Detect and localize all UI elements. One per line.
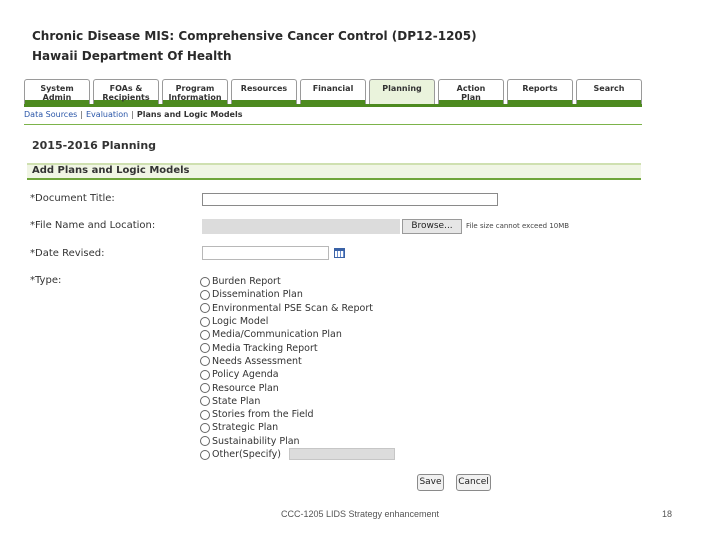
tab-bar-underline bbox=[24, 104, 642, 107]
section-title: Add Plans and Logic Models bbox=[32, 165, 190, 176]
file-path-input[interactable] bbox=[202, 219, 400, 234]
type-radio-group: Burden Report Dissemination Plan Environ… bbox=[200, 275, 400, 461]
date-revised-label: *Date Revised: bbox=[30, 248, 105, 259]
radio-button[interactable] bbox=[200, 383, 210, 394]
radio-button[interactable] bbox=[200, 289, 210, 300]
slide-footer-text: CCC-1205 LIDS Strategy enhancement bbox=[280, 509, 440, 519]
type-option-state-plan[interactable]: State Plan bbox=[200, 395, 400, 408]
file-location-label: *File Name and Location: bbox=[30, 220, 156, 231]
tab-reports[interactable]: Reports bbox=[507, 79, 573, 104]
document-title-input[interactable] bbox=[202, 193, 498, 206]
option-label: Other(Specify) bbox=[212, 449, 281, 460]
page-title: 2015-2016 Planning bbox=[32, 139, 157, 152]
type-option-burden-report[interactable]: Burden Report bbox=[200, 275, 400, 288]
radio-button[interactable] bbox=[200, 316, 210, 327]
type-option-strategic-plan[interactable]: Strategic Plan bbox=[200, 421, 400, 434]
radio-button[interactable] bbox=[200, 422, 210, 433]
radio-button[interactable] bbox=[200, 369, 210, 380]
type-option-policy-agenda[interactable]: Policy Agenda bbox=[200, 368, 400, 381]
date-revised-input[interactable] bbox=[202, 246, 329, 260]
document-title-label: *Document Title: bbox=[30, 193, 115, 204]
radio-button[interactable] bbox=[200, 343, 210, 354]
other-specify-input[interactable] bbox=[289, 448, 395, 460]
option-label: Logic Model bbox=[212, 316, 269, 328]
slide-page-number: 18 bbox=[662, 509, 673, 519]
sub-navigation: Data Sources | Evaluation | Plans and Logic … bbox=[24, 110, 642, 124]
cancel-button[interactable]: Cancel bbox=[456, 474, 491, 491]
option-label: Dissemination Plan bbox=[212, 289, 303, 301]
option-label: Environmental PSE Scan & Report bbox=[212, 302, 373, 314]
option-label: Burden Report bbox=[212, 276, 281, 288]
type-label: *Type: bbox=[30, 275, 62, 286]
tab-action-plan[interactable]: Action Plan bbox=[438, 79, 504, 104]
option-label: Stories from the Field bbox=[212, 409, 314, 421]
subnav-evaluation-link[interactable]: Evaluation bbox=[86, 110, 128, 119]
main-tab-bar: System Admin FOAs & Recipients Program I… bbox=[24, 79, 642, 105]
radio-button[interactable] bbox=[200, 276, 210, 287]
tab-financial[interactable]: Financial bbox=[300, 79, 366, 104]
type-option-sustainability-plan[interactable]: Sustainability Plan bbox=[200, 435, 400, 448]
option-label: Media Tracking Report bbox=[212, 342, 318, 354]
type-option-environmental-pse-scan[interactable]: Environmental PSE Scan & Report bbox=[200, 302, 400, 315]
browse-button[interactable]: Browse... bbox=[402, 219, 462, 234]
type-option-stories-from-the-field[interactable]: Stories from the Field bbox=[200, 408, 400, 421]
radio-button[interactable] bbox=[200, 356, 210, 367]
type-option-resource-plan[interactable]: Resource Plan bbox=[200, 381, 400, 394]
option-label: Media/Communication Plan bbox=[212, 329, 342, 341]
radio-button[interactable] bbox=[200, 303, 210, 314]
radio-button[interactable] bbox=[200, 329, 210, 340]
tab-foas-recipients[interactable]: FOAs & Recipients bbox=[93, 79, 159, 104]
option-label: Strategic Plan bbox=[212, 422, 279, 434]
type-option-media-communication-plan[interactable]: Media/Communication Plan bbox=[200, 328, 400, 341]
tab-system-admin[interactable]: System Admin bbox=[24, 79, 90, 104]
save-button[interactable]: Save bbox=[417, 474, 444, 491]
app-title: Chronic Disease MIS: Comprehensive Cance… bbox=[32, 29, 477, 43]
option-label: State Plan bbox=[212, 395, 261, 407]
type-option-media-tracking-report[interactable]: Media Tracking Report bbox=[200, 341, 400, 354]
tab-search[interactable]: Search bbox=[576, 79, 642, 104]
tab-program-information[interactable]: Program Information bbox=[162, 79, 228, 104]
radio-button[interactable] bbox=[200, 449, 210, 460]
option-label: Sustainability Plan bbox=[212, 435, 300, 447]
subnav-data-sources-link[interactable]: Data Sources bbox=[24, 110, 77, 119]
type-option-dissemination-plan[interactable]: Dissemination Plan bbox=[200, 288, 400, 301]
calendar-icon[interactable] bbox=[334, 248, 345, 258]
subnav-divider bbox=[24, 124, 642, 125]
subnav-separator: | bbox=[131, 110, 134, 119]
option-label: Policy Agenda bbox=[212, 369, 279, 381]
radio-button[interactable] bbox=[200, 436, 210, 447]
subnav-current-page: Plans and Logic Models bbox=[136, 110, 243, 119]
org-title: Hawaii Department Of Health bbox=[32, 49, 232, 63]
option-label: Needs Assessment bbox=[212, 355, 302, 367]
option-label: Resource Plan bbox=[212, 382, 279, 394]
radio-button[interactable] bbox=[200, 409, 210, 420]
tab-resources[interactable]: Resources bbox=[231, 79, 297, 104]
type-option-needs-assessment[interactable]: Needs Assessment bbox=[200, 355, 400, 368]
tab-planning[interactable]: Planning bbox=[369, 79, 435, 104]
type-option-logic-model[interactable]: Logic Model bbox=[200, 315, 400, 328]
subnav-separator: | bbox=[80, 110, 83, 119]
file-size-note: File size cannot exceed 10MB bbox=[466, 222, 570, 230]
radio-button[interactable] bbox=[200, 396, 210, 407]
